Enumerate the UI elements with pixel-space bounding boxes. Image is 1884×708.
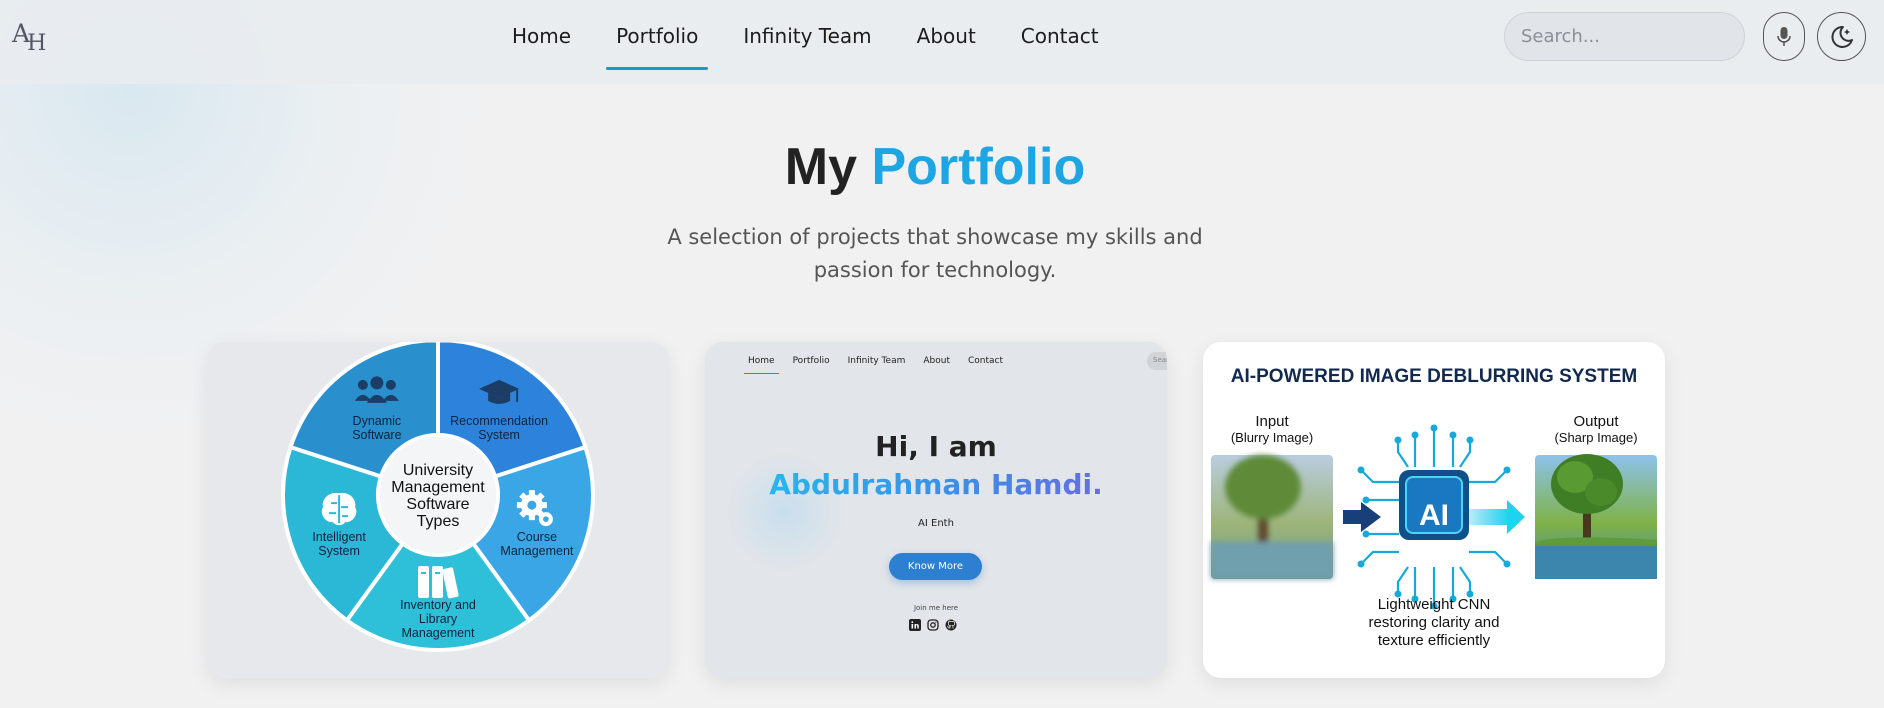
- preview-nav-portfolio: Portfolio: [792, 356, 830, 366]
- linkedin-icon: [909, 619, 921, 631]
- top-navbar: AH Home Portfolio Infinity Team About Co…: [0, 0, 1884, 84]
- caption-line-1: Lightweight CNN: [1377, 596, 1491, 613]
- preview-join-text: Join me here: [913, 604, 959, 612]
- deblur-caption: Lightweight CNN restoring clarity and text…: [1353, 596, 1515, 650]
- sharp-image: [1535, 454, 1657, 579]
- instagram-icon: [927, 619, 939, 631]
- preview-know-more-button: Know More: [889, 553, 982, 580]
- preview-name: Abdulrahman Hamdi.: [705, 468, 1167, 501]
- wheel-label-4: Dynamic Software: [352, 414, 401, 442]
- wheel-label-3: Intelligent System: [312, 530, 366, 558]
- preview-nav-home: Home: [744, 356, 779, 374]
- logo-letter-a: A: [12, 19, 30, 48]
- microphone-icon: [1777, 26, 1791, 46]
- preview-search: Sear: [1147, 352, 1167, 370]
- theme-toggle-button[interactable]: [1817, 12, 1866, 61]
- nav-link-infinity-team[interactable]: Infinity Team: [743, 24, 871, 60]
- search-input[interactable]: [1504, 12, 1745, 61]
- title-part-portfolio: Portfolio: [871, 138, 1086, 196]
- nav-links: Home Portfolio Infinity Team About Conta…: [512, 24, 1144, 70]
- preview-nav: Home Portfolio Infinity Team About Conta…: [744, 356, 1021, 374]
- nav-link-about[interactable]: About: [917, 24, 976, 60]
- nav-link-contact[interactable]: Contact: [1021, 24, 1099, 60]
- site-logo[interactable]: AH: [12, 19, 46, 56]
- logo-letter-h: H: [27, 31, 46, 56]
- project-card-university-software[interactable]: Recommendation System Course Management Inve…: [207, 342, 669, 678]
- preview-greeting: Hi, I am: [875, 430, 997, 463]
- arrow-in-icon: [1343, 502, 1381, 532]
- brain-icon: [321, 492, 357, 526]
- title-part-my: My: [784, 138, 858, 196]
- nav-link-portfolio[interactable]: Portfolio: [606, 24, 709, 70]
- project-card-ai-deblurring[interactable]: AI-POWERED IMAGE DEBLURRING SYSTEM Input…: [1203, 342, 1665, 678]
- blurry-image: [1211, 455, 1333, 579]
- github-icon: [945, 619, 957, 631]
- ai-chip-label: AI: [1419, 499, 1449, 532]
- books-icon: [418, 566, 459, 599]
- moon-icon: [1830, 25, 1853, 48]
- preview-role: AI Enth: [918, 518, 954, 529]
- preview-nav-infinity-team: Infinity Team: [847, 356, 906, 366]
- caption-line-3: texture efficiently: [1377, 632, 1491, 649]
- caption-line-2: restoring clarity and: [1368, 614, 1500, 631]
- project-card-personal-website[interactable]: Home Portfolio Infinity Team About Conta…: [705, 342, 1167, 678]
- voice-search-button[interactable]: [1763, 12, 1805, 61]
- website-preview: Home Portfolio Infinity Team About Conta…: [705, 342, 1167, 678]
- page-title: My Portfolio: [0, 137, 1870, 197]
- preview-nav-contact: Contact: [967, 356, 1003, 366]
- preview-nav-about: About: [923, 356, 950, 366]
- arrow-out-icon: [1469, 500, 1525, 534]
- page-subtitle: A selection of projects that showcase my…: [667, 225, 1203, 282]
- university-software-wheel: Recommendation SystemCourse ManagementInve…: [281, 342, 595, 652]
- nav-link-home[interactable]: Home: [512, 24, 571, 60]
- preview-socials: [909, 619, 957, 631]
